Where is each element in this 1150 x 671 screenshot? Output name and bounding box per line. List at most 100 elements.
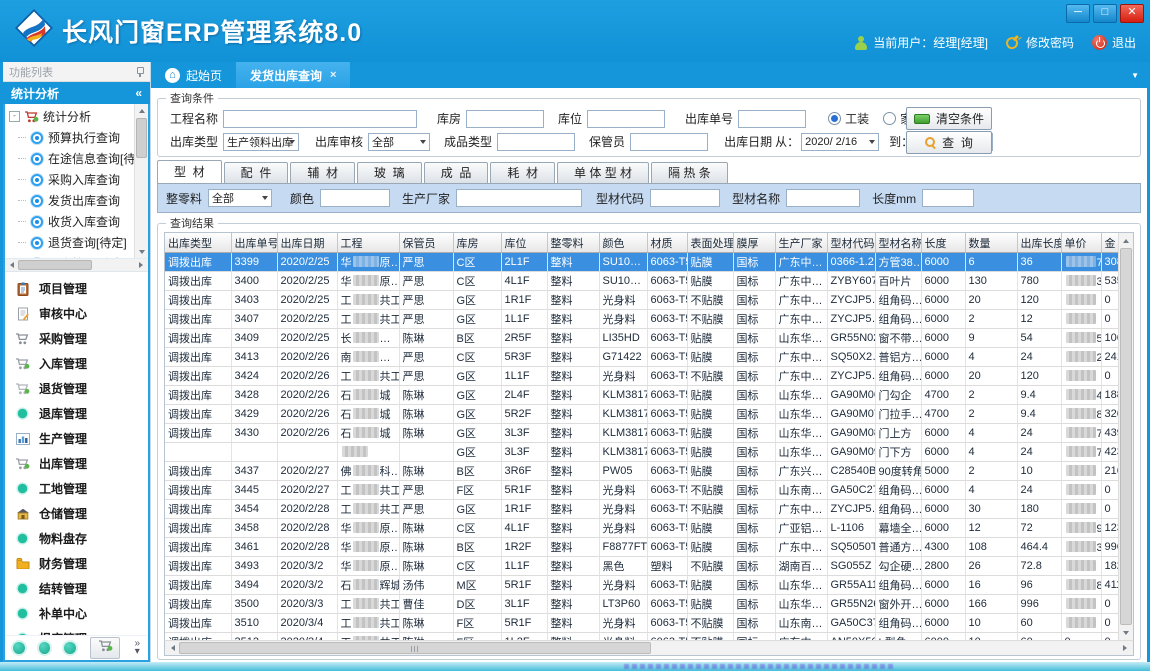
whole-part-select[interactable]: 全部 — [208, 189, 272, 207]
table-row[interactable]: 调拨出库34612020/2/28华原…陈琳B区1R2F整料F8877FT606… — [165, 538, 1127, 557]
clear-conditions-button[interactable]: 清空条件 — [906, 107, 992, 130]
audit-select[interactable]: 全部 — [368, 133, 430, 151]
table-row[interactable]: 调拨出库34542020/2/28工共工程严思G区1R1F整料光身料6063-T… — [165, 500, 1127, 519]
material-tab[interactable]: 辅 材 — [290, 162, 355, 183]
material-tab[interactable]: 单 体 型 材 — [557, 162, 649, 183]
module-dot-icon[interactable] — [64, 642, 76, 654]
date-from-picker[interactable]: 2020/ 2/16 — [801, 133, 879, 151]
table-row[interactable]: 调拨出库34032020/2/25工共工程严思G区1R1F整料光身料6063-T… — [165, 291, 1127, 310]
table-horizontal-scrollbar[interactable] — [164, 640, 1134, 656]
location-input[interactable] — [587, 110, 665, 128]
sidebar-item[interactable]: 入库管理 — [5, 351, 148, 376]
column-header[interactable]: 型材名称 — [875, 233, 921, 253]
column-header[interactable]: 长度 — [921, 233, 965, 253]
scrollbar-thumb[interactable] — [179, 642, 651, 654]
column-header[interactable]: 表面处理 — [687, 233, 733, 253]
tab-shipment-query[interactable]: 发货出库查询 × — [236, 62, 350, 88]
profile-code-input[interactable] — [650, 189, 720, 207]
column-header[interactable]: 保管员 — [399, 233, 453, 253]
scroll-right-icon[interactable] — [1119, 642, 1132, 654]
material-tab[interactable]: 玻 璃 — [357, 162, 422, 183]
table-row[interactable]: 调拨出库34092020/2/25长…陈琳B区2R5F整料LI35HD6063-… — [165, 329, 1127, 348]
minimize-button[interactable]: ─ — [1066, 4, 1090, 23]
table-row[interactable]: 调拨出库34372020/2/27佛科…陈琳B区3R6F整料PW056063-T… — [165, 462, 1127, 481]
sidebar-item[interactable]: 生产管理 — [5, 426, 148, 451]
table-row[interactable]: 调拨出库34582020/2/28华原…陈琳C区4L1F整料光身料6063-T5… — [165, 519, 1127, 538]
table-row[interactable]: 调拨出库34452020/2/27工共工程严思F区5R1F整料光身料6063-T… — [165, 481, 1127, 500]
material-tab[interactable]: 成 品 — [424, 162, 489, 183]
column-header[interactable]: 数量 — [965, 233, 1017, 253]
column-header[interactable]: 膜厚 — [733, 233, 775, 253]
column-header[interactable]: 库位 — [501, 233, 547, 253]
tab-overflow-button[interactable]: ▼ — [1131, 71, 1139, 80]
module-dot-icon[interactable] — [39, 642, 51, 654]
project-name-input[interactable] — [223, 110, 417, 128]
keeper-input[interactable] — [630, 133, 708, 151]
table-row[interactable]: 调拨出库34282020/2/26石城陈琳G区2L4F整料KLM38176063… — [165, 386, 1127, 405]
close-tab-icon[interactable]: × — [330, 69, 336, 81]
close-button[interactable]: ✕ — [1120, 4, 1144, 23]
warehouse-input[interactable] — [466, 110, 544, 128]
sidebar-item[interactable]: 退货管理 — [5, 376, 148, 401]
table-row[interactable]: 调拨出库34002020/2/25华原…严思C区4L1F整料SU10…6063-… — [165, 272, 1127, 291]
tree-item[interactable]: 采购入库查询 — [5, 169, 148, 190]
table-row[interactable]: G区3L3F整料KLM38176063-T5贴膜国标山东华…GA90M09…门下… — [165, 443, 1127, 462]
table-row[interactable]: 调拨出库34132020/2/26南…严思C区5R3F整料G714226063-… — [165, 348, 1127, 367]
sidebar-item[interactable]: 报废管理 — [5, 626, 148, 635]
tree-item[interactable]: 收货入库查询 — [5, 211, 148, 232]
profile-name-input[interactable] — [786, 189, 860, 207]
manufacturer-input[interactable] — [456, 189, 582, 207]
material-tab[interactable]: 型 材 — [157, 160, 222, 183]
column-header[interactable]: 库房 — [453, 233, 501, 253]
material-tab[interactable]: 配 件 — [224, 162, 289, 183]
scrollbar-thumb[interactable] — [136, 118, 147, 158]
column-header[interactable]: 颜色 — [599, 233, 647, 253]
sidebar-item[interactable]: 仓储管理 — [5, 501, 148, 526]
material-tab[interactable]: 隔 热 条 — [651, 162, 728, 183]
search-button[interactable]: 查 询 — [906, 131, 992, 154]
column-header[interactable]: 出库类型 — [165, 233, 231, 253]
table-row[interactable]: 调拨出库34932020/3/2华原…陈琳C区1L1F整料黑色塑料不贴膜国标湖南… — [165, 557, 1127, 576]
column-header[interactable]: 出库单号 — [231, 233, 277, 253]
column-header[interactable]: 出库长度 — [1017, 233, 1061, 253]
scroll-left-icon[interactable] — [166, 642, 179, 654]
logout-button[interactable]: 退出 — [1092, 34, 1136, 51]
collapse-sidebar-button[interactable]: « — [135, 86, 142, 100]
column-header[interactable]: 生产厂家 — [775, 233, 827, 253]
table-row[interactable]: 调拨出库35102020/3/4工共工程陈琳F区5R1F整料光身料6063-T5… — [165, 614, 1127, 633]
sidebar-item[interactable]: 采购管理 — [5, 326, 148, 351]
pin-icon[interactable] — [135, 66, 144, 77]
product-type-input[interactable] — [497, 133, 575, 151]
column-header[interactable]: 材质 — [647, 233, 687, 253]
table-row[interactable]: 调拨出库33992020/2/25华原…严思C区2L1F整料SU10…6063-… — [165, 253, 1127, 272]
scroll-down-icon[interactable] — [135, 246, 148, 258]
column-header[interactable]: 整零料 — [547, 233, 599, 253]
column-header[interactable]: 单价 — [1061, 233, 1101, 253]
out-type-select[interactable]: 生产领料出库 — [223, 133, 299, 151]
order-no-input[interactable] — [738, 110, 806, 128]
table-row[interactable]: 调拨出库34942020/3/2石辉城汤伟M区5R1F整料光身料6063-T5贴… — [165, 576, 1127, 595]
sidebar-item[interactable]: 补单中心 — [5, 601, 148, 626]
scrollbar-thumb[interactable] — [18, 260, 92, 270]
tree-horizontal-scrollbar[interactable] — [5, 259, 148, 272]
tree-item[interactable]: 退货查询[待定] — [5, 232, 148, 253]
table-row[interactable]: 调拨出库35002020/3/3工共工程曹佳D区3L1F整料LT3P606063… — [165, 595, 1127, 614]
column-header[interactable]: 工程 — [337, 233, 399, 253]
cart-module-button[interactable] — [90, 637, 121, 659]
tree-item[interactable]: 在途信息查询[待 — [5, 148, 148, 169]
table-row[interactable]: 调拨出库34072020/2/25工共工程严思G区1L1F整料光身料6063-T… — [165, 310, 1127, 329]
table-vertical-scrollbar[interactable] — [1118, 233, 1133, 640]
table-row[interactable]: 调拨出库34242020/2/26工共工程严思G区1L1F整料光身料6063-T… — [165, 367, 1127, 386]
change-password-button[interactable]: 修改密码 — [1006, 34, 1074, 51]
scroll-down-icon[interactable] — [1119, 627, 1132, 639]
module-dot-icon[interactable] — [13, 642, 25, 654]
tab-home[interactable]: ⌂ 起始页 — [151, 62, 236, 88]
scrollbar-thumb[interactable] — [1120, 248, 1132, 625]
color-input[interactable] — [320, 189, 390, 207]
sidebar-item[interactable]: 审核中心 — [5, 301, 148, 326]
table-row[interactable]: 调拨出库35122020/3/4工共工程陈琳F区1L2F整料光身料6063-T5… — [165, 633, 1127, 641]
column-header[interactable]: 出库日期 — [277, 233, 337, 253]
maximize-button[interactable]: □ — [1093, 4, 1117, 23]
scroll-left-icon[interactable] — [5, 259, 18, 271]
column-header[interactable]: 型材代码 — [827, 233, 875, 253]
